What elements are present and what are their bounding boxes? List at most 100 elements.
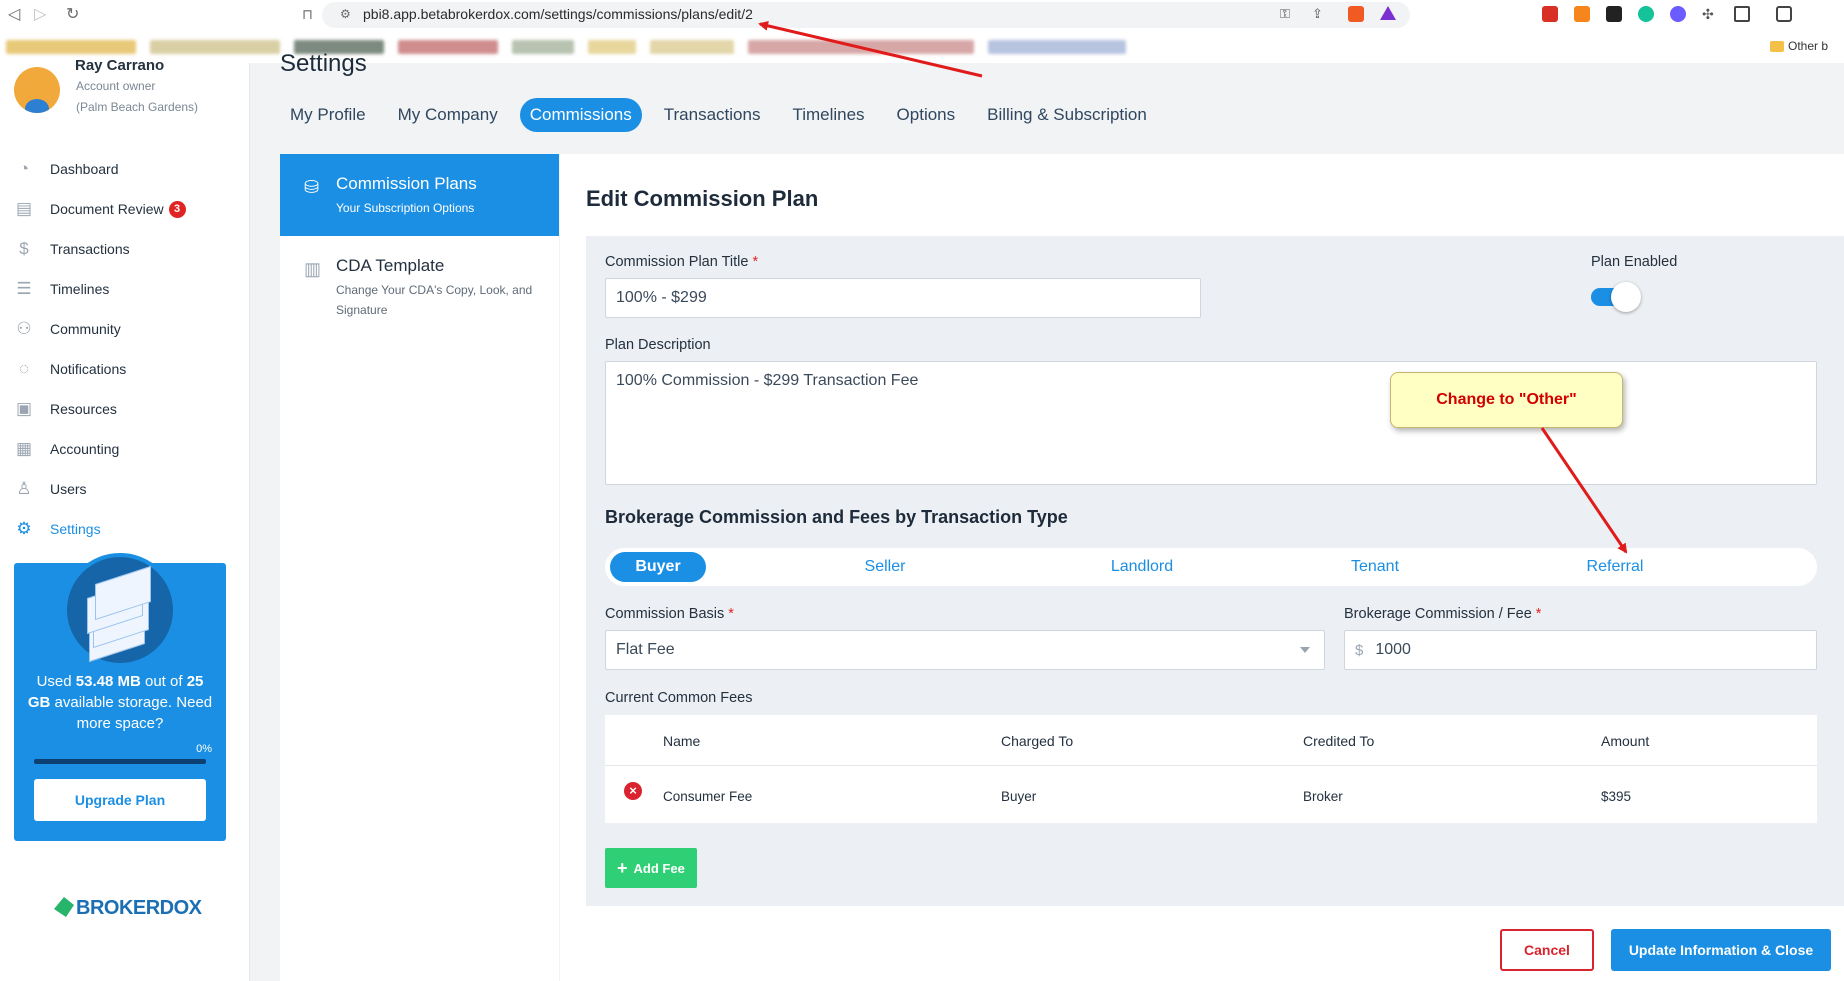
resources-icon: ▣ xyxy=(15,399,33,418)
storage-text-part: available storage. Need more space? xyxy=(50,694,213,732)
sidebar-item-community[interactable]: ⚇ Community xyxy=(0,309,250,349)
label-text: Brokerage Commission / Fee xyxy=(1344,606,1532,622)
bookmark-item[interactable] xyxy=(650,40,734,54)
sidebar-item-transactions[interactable]: $ Transactions xyxy=(0,229,250,269)
update-information-close-button[interactable]: Update Information & Close xyxy=(1611,929,1831,971)
subnav-title: Commission Plans xyxy=(336,174,477,193)
url-text[interactable]: pbi8.app.betabrokerdox.com/settings/comm… xyxy=(363,6,753,22)
back-icon[interactable]: ◁ xyxy=(8,4,20,24)
brave-shield-icon[interactable] xyxy=(1348,6,1364,22)
tab-referral[interactable]: Referral xyxy=(1555,552,1675,582)
tab-transactions[interactable]: Transactions xyxy=(654,98,771,132)
reload-icon[interactable]: ↻ xyxy=(66,4,79,24)
site-info-icon[interactable]: ⚙ xyxy=(340,7,351,21)
upgrade-plan-button[interactable]: Upgrade Plan xyxy=(34,779,206,821)
cancel-button[interactable]: Cancel xyxy=(1500,929,1594,971)
bookmark-item[interactable] xyxy=(748,40,974,54)
tab-my-profile[interactable]: My Profile xyxy=(280,98,376,132)
commission-basis-select[interactable]: Flat Fee xyxy=(605,630,1325,670)
plan-enabled-toggle[interactable] xyxy=(1591,282,1641,312)
tab-tenant[interactable]: Tenant xyxy=(1325,552,1425,582)
storage-usage-text: Used 53.48 MB out of 25 GB available sto… xyxy=(24,671,216,734)
extension-star-icon[interactable] xyxy=(1670,6,1686,22)
required-marker: * xyxy=(728,606,734,622)
plan-description-label: Plan Description xyxy=(605,337,711,353)
tab-timelines[interactable]: Timelines xyxy=(782,98,874,132)
form-card: Commission Plan Title * 100% - $299 Plan… xyxy=(586,236,1844,906)
storage-progress-bar xyxy=(34,759,206,764)
bookmarks-bar: Other b xyxy=(0,34,1844,60)
brokerage-fee-label: Brokerage Commission / Fee * xyxy=(1344,606,1541,622)
share-icon[interactable]: ⇪ xyxy=(1312,6,1328,22)
sidebar-item-dashboard[interactable]: ◔ Dashboard xyxy=(0,149,250,189)
commissions-subnav: ⛁ Commission Plans Your Subscription Opt… xyxy=(280,154,559,981)
sidebar-item-resources[interactable]: ▣ Resources xyxy=(0,389,250,429)
subnav-cda-template[interactable]: ▥ CDA Template Change Your CDA's Copy, L… xyxy=(280,236,559,318)
community-icon: ⚇ xyxy=(16,319,32,338)
plan-description-textarea[interactable]: 100% Commission - $299 Transaction Fee xyxy=(605,361,1817,485)
tab-commissions[interactable]: Commissions xyxy=(519,98,642,132)
sidebar-item-label: Notifications xyxy=(50,361,127,377)
sidebar-item-accounting[interactable]: ▦ Accounting xyxy=(0,429,250,469)
documents-stack-icon xyxy=(63,553,177,667)
sidebar-item-timelines[interactable]: ☰ Timelines xyxy=(0,269,250,309)
plus-icon: + xyxy=(617,858,628,878)
tab-seller[interactable]: Seller xyxy=(835,552,935,582)
subnav-description: Change Your CDA's Copy, Look, and Signat… xyxy=(336,283,533,317)
tab-landlord[interactable]: Landlord xyxy=(1082,552,1202,582)
sidebar-item-label: Accounting xyxy=(50,441,120,457)
storage-text-part: out of xyxy=(140,673,187,690)
sidebar-item-users[interactable]: ♙ Users xyxy=(0,469,250,509)
remove-fee-icon[interactable]: × xyxy=(624,782,642,800)
wallet-icon[interactable] xyxy=(1776,6,1792,22)
bookmark-item[interactable] xyxy=(6,40,136,54)
sidebar-item-label: Users xyxy=(50,481,87,497)
form-heading: Edit Commission Plan xyxy=(586,186,819,211)
key-icon[interactable]: ⚿ xyxy=(1280,6,1296,22)
calculator-icon: ▦ xyxy=(15,439,33,458)
bookmark-folder-label: Other b xyxy=(1788,39,1829,53)
chevron-down-icon xyxy=(1300,647,1310,653)
bookmark-item[interactable] xyxy=(150,40,280,54)
sidebar-item-notifications[interactable]: ◌ Notifications xyxy=(0,349,250,389)
brave-rewards-icon[interactable] xyxy=(1380,6,1396,20)
document-review-icon: ▤ xyxy=(15,199,33,218)
subnav-commission-plans[interactable]: ⛁ Commission Plans Your Subscription Opt… xyxy=(280,154,559,236)
user-name: Ray Carrano xyxy=(75,57,165,74)
extension-gmail-icon[interactable] xyxy=(1542,6,1558,22)
coins-icon: ⛁ xyxy=(304,177,320,197)
sidebar: Ray Carrano Account owner (Palm Beach Ga… xyxy=(0,57,250,981)
brokerdox-logo[interactable]: BROKERDOX xyxy=(54,897,202,920)
sidebar-item-label: Timelines xyxy=(50,281,110,297)
commission-basis-label: Commission Basis * xyxy=(605,606,734,622)
column-header-amount: Amount xyxy=(1601,733,1650,749)
avatar[interactable] xyxy=(14,67,60,113)
sidebar-item-settings[interactable]: ⚙ Settings xyxy=(0,509,250,549)
tab-buyer[interactable]: Buyer xyxy=(610,552,706,582)
tab-options[interactable]: Options xyxy=(887,98,966,132)
extensions-puzzle-icon[interactable]: ✣ xyxy=(1702,6,1718,22)
sidebar-item-label: Transactions xyxy=(50,241,130,257)
sidepanel-icon[interactable] xyxy=(1734,6,1750,22)
subnav-description: Your Subscription Options xyxy=(336,201,475,215)
add-fee-button[interactable]: + Add Fee xyxy=(605,848,697,888)
bookmark-item[interactable] xyxy=(588,40,636,54)
tab-my-company[interactable]: My Company xyxy=(388,98,508,132)
user-role: Account owner xyxy=(76,79,156,93)
bookmark-folder[interactable]: Other b xyxy=(1770,39,1828,53)
brokerage-fee-input[interactable]: $ 1000 xyxy=(1344,630,1817,670)
bookmark-item[interactable] xyxy=(398,40,498,54)
dollar-icon: $ xyxy=(19,239,29,258)
commission-basis-value: Flat Fee xyxy=(616,641,675,658)
sidebar-item-document-review[interactable]: ▤ Document Review 3 xyxy=(0,189,250,229)
grammarly-icon[interactable] xyxy=(1638,6,1654,22)
annotation-callout: Change to "Other" xyxy=(1390,372,1623,428)
metamask-icon[interactable] xyxy=(1574,6,1590,22)
bookmark-item[interactable] xyxy=(512,40,574,54)
tab-billing-subscription[interactable]: Billing & Subscription xyxy=(977,98,1157,132)
bookmark-item[interactable] xyxy=(988,40,1126,54)
plan-title-input[interactable]: 100% - $299 xyxy=(605,278,1201,318)
bookmark-icon[interactable]: ⊓ xyxy=(302,6,313,23)
forward-icon[interactable]: ▷ xyxy=(34,4,46,24)
extension-lion-icon[interactable] xyxy=(1606,6,1622,22)
